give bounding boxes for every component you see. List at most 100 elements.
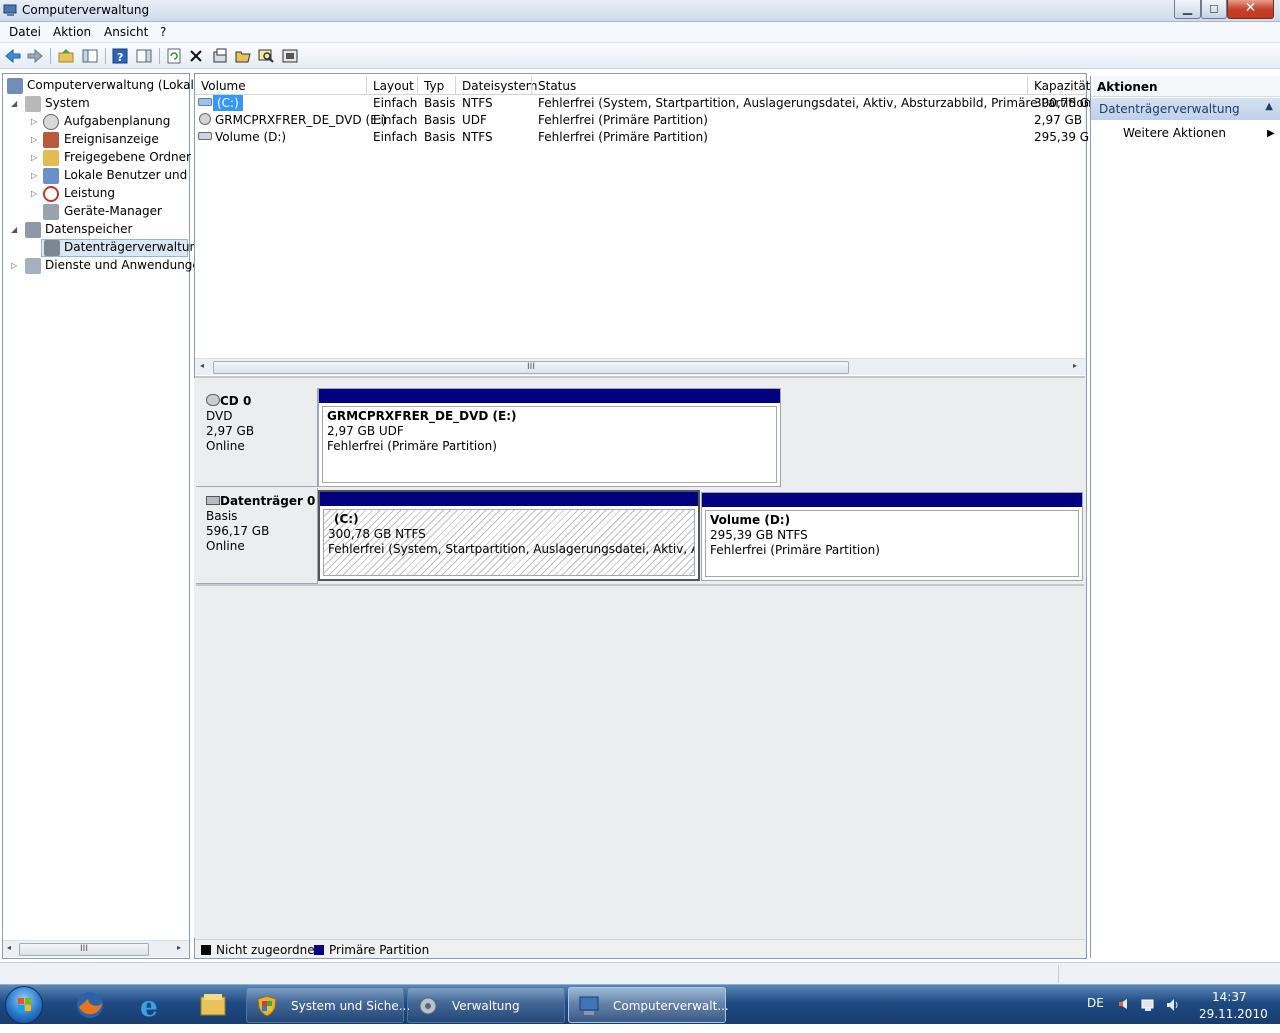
language-indicator[interactable]: DE [1087, 996, 1104, 1010]
close-button[interactable]: ✕ [1227, 0, 1274, 19]
expand-icon[interactable]: ▷ [31, 136, 39, 144]
volume-capacity: 300,78 GB [1034, 96, 1098, 110]
partition-e[interactable]: GRMCPRXFRER_DE_DVD (E:) 2,97 GB UDF Fehl… [318, 388, 781, 487]
table-row[interactable]: GRMCPRXFRER_DE_DVD (E:) Einfach Basis UD… [195, 112, 1085, 129]
column-dateisystem[interactable]: Dateisystem [462, 79, 537, 93]
scroll-right-icon[interactable]: ▸ [1073, 361, 1077, 370]
volume-icon[interactable] [1165, 997, 1181, 1016]
scroll-thumb[interactable]: III [19, 943, 149, 956]
firefox-icon[interactable] [68, 987, 112, 1023]
services-icon [25, 258, 41, 274]
expand-icon[interactable]: ▷ [31, 190, 39, 198]
menu-aktion[interactable]: Aktion [53, 25, 91, 39]
tree-item-performance[interactable]: ▷ Leistung [3, 185, 189, 203]
computer-management-icon [7, 78, 23, 94]
volume-name: Volume (D:) [215, 130, 287, 144]
delete-icon[interactable] [187, 47, 205, 65]
volume-capacity: 2,97 GB [1034, 113, 1083, 127]
menu-ansicht[interactable]: Ansicht [104, 25, 148, 39]
actions-section-disk-management[interactable]: Datenträgerverwaltung ▲ [1091, 98, 1280, 120]
tree-item-root[interactable]: Computerverwaltung (Lokal) [5, 77, 199, 95]
local-users-icon [43, 168, 59, 184]
network-icon[interactable] [1141, 997, 1157, 1016]
volume-name: (C:) [213, 95, 243, 111]
legend-primary: Primäre Partition [329, 943, 430, 957]
more-actions-item[interactable]: Weitere Aktionen [1123, 126, 1226, 140]
collapse-icon[interactable]: ◢ [11, 226, 19, 234]
disk-name: CD 0 [220, 394, 252, 408]
tree-item-storage[interactable]: ◢ Datenspeicher [3, 221, 189, 239]
partition-size: 300,78 GB NTFS [328, 527, 426, 541]
menu-bar: Datei Aktion Ansicht ? [0, 22, 1280, 43]
partition-size: 2,97 GB UDF [327, 424, 404, 438]
expand-icon[interactable]: ▷ [31, 172, 39, 180]
volume-list-horizontal-scrollbar[interactable]: ◂ III ▸ [195, 358, 1085, 375]
window-title: Computerverwaltung [22, 3, 150, 17]
explorer-folder-icon[interactable] [191, 987, 235, 1023]
taskbar-item-security[interactable]: System und Siche... [246, 987, 410, 1023]
disk-state: Online [206, 539, 245, 553]
collapse-up-icon[interactable]: ▲ [1265, 101, 1273, 112]
maximize-button[interactable]: ◻ [1201, 0, 1227, 19]
show-hidden-icons-icon[interactable] [1117, 997, 1129, 1014]
tree-item-local-users[interactable]: ▷ Lokale Benutzer und Gr [3, 167, 189, 185]
partition-d[interactable]: Volume (D:) 295,39 GB NTFS Fehlerfrei (P… [701, 492, 1083, 581]
scroll-left-icon[interactable]: ◂ [7, 943, 11, 952]
column-kapazitaet[interactable]: Kapazität [1034, 79, 1090, 93]
back-icon[interactable] [4, 47, 22, 65]
table-row[interactable]: Volume (D:) Einfach Basis NTFS Fehlerfre… [195, 129, 1097, 146]
volume-drive-icon [198, 98, 212, 106]
minimize-button[interactable]: ▁ [1174, 0, 1201, 19]
tree-item-system[interactable]: ◢ System [3, 95, 189, 113]
disk-settings-icon[interactable] [281, 47, 299, 65]
forward-icon[interactable] [26, 47, 44, 65]
refresh-icon[interactable] [165, 47, 183, 65]
tree-item-services[interactable]: ▷ Dienste und Anwendungen [3, 257, 207, 275]
clock-time[interactable]: 14:37 [1212, 990, 1247, 1004]
menu-help[interactable]: ? [160, 25, 166, 39]
table-row[interactable]: (C:) Einfach Basis NTFS Fehlerfrei (Syst… [195, 95, 1097, 112]
internet-explorer-icon[interactable]: e [129, 987, 173, 1023]
menu-datei[interactable]: Datei [9, 25, 41, 39]
partition-c[interactable]: (C:) 300,78 GB NTFS Fehlerfrei (System, … [318, 490, 700, 581]
device-manager-icon [43, 204, 59, 220]
tree-item-shared-folders[interactable]: ▷ Freigegebene Ordner [3, 149, 191, 167]
properties-icon[interactable] [211, 47, 229, 65]
primary-partition-bar [320, 492, 698, 506]
show-hide-tree-icon[interactable] [81, 47, 99, 65]
volume-layout: Einfach [373, 96, 418, 110]
up-folder-icon[interactable] [57, 47, 75, 65]
expand-icon[interactable]: ▷ [11, 262, 19, 270]
tree-horizontal-scrollbar[interactable]: ◂ III ▸ [3, 940, 189, 957]
taskbar-item-computer-management[interactable]: Computerverwalt... [568, 987, 729, 1023]
partition-status: Fehlerfrei (System, Startpartition, Ausl… [328, 542, 694, 556]
column-typ[interactable]: Typ [424, 79, 444, 93]
taskbar-item-admin-tools[interactable]: Verwaltung [407, 987, 565, 1023]
scroll-left-icon[interactable]: ◂ [200, 361, 204, 370]
column-status[interactable]: Status [538, 79, 576, 93]
disk-info-cd0[interactable]: CD 0 DVD 2,97 GB Online [196, 388, 318, 487]
volume-layout: Einfach [373, 130, 418, 144]
event-viewer-icon [43, 132, 59, 148]
open-folder-icon[interactable] [234, 47, 252, 65]
disk-size: 2,97 GB [206, 424, 255, 438]
tree-item-device-manager[interactable]: Geräte-Manager [3, 203, 189, 221]
search-icon[interactable] [257, 47, 275, 65]
start-button[interactable] [5, 986, 43, 1024]
tree-item-task-scheduler[interactable]: ▷ Aufgabenplanung [3, 113, 189, 131]
partition-size: 295,39 GB NTFS [710, 528, 808, 542]
clock-date[interactable]: 29.11.2010 [1199, 1007, 1268, 1021]
column-layout[interactable]: Layout [373, 79, 414, 93]
column-volume[interactable]: Volume [201, 79, 246, 93]
help-icon[interactable]: ? [111, 47, 129, 65]
expand-icon[interactable]: ▷ [31, 118, 39, 126]
show-hide-action-pane-icon[interactable] [135, 47, 153, 65]
tree-item-event-viewer[interactable]: ▷ Ereignisanzeige [3, 131, 189, 149]
collapse-icon[interactable]: ◢ [11, 100, 19, 108]
scroll-right-icon[interactable]: ▸ [177, 943, 181, 952]
scroll-thumb[interactable]: III [213, 361, 849, 374]
disk-info-disk0[interactable]: Datenträger 0 Basis 596,17 GB Online [196, 488, 318, 584]
more-actions-label: Weitere Aktionen [1123, 126, 1226, 140]
tree-item-disk-management[interactable]: Datenträgerverwaltung [41, 239, 205, 257]
expand-icon[interactable]: ▷ [31, 154, 39, 162]
